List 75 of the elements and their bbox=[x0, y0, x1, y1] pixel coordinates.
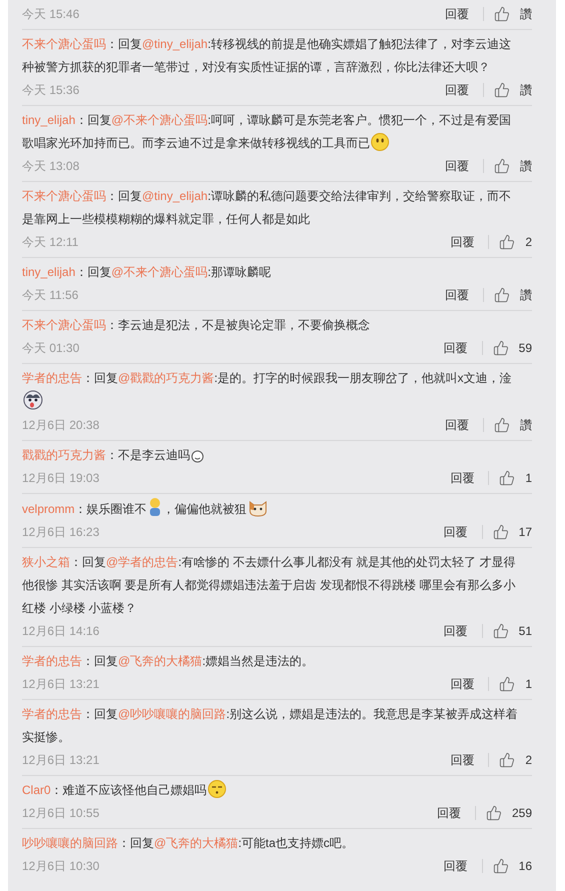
thumbs-up-icon[interactable] bbox=[492, 340, 509, 356]
reply-link[interactable]: 回覆 bbox=[437, 157, 477, 175]
comment-time: 12月6日 16:23 bbox=[22, 524, 100, 541]
face-icon bbox=[191, 450, 204, 463]
like-count: 17 bbox=[518, 524, 532, 541]
comment-text: tiny_elijah：回复@不来个溏心蛋吗:那谭咏麟呢 bbox=[22, 264, 272, 281]
thumbs-up-icon[interactable] bbox=[494, 6, 510, 22]
comment-time: 今天 12:11 bbox=[22, 234, 78, 251]
thumbs-up-icon[interactable] bbox=[499, 234, 516, 250]
comment-text: velpromm：娱乐圈谁不 ，偏偏他就被狙 bbox=[22, 497, 520, 521]
reply-link[interactable]: 回覆 bbox=[436, 622, 476, 640]
comment-text: 狭小之箱：回复@学者的忠告:有啥惨的 不去嫖什么事儿都没有 就是其他的处罚太轻了 才显得他很惨 其实活该啊 要是所有人都觉得嫖娼违法羞于启齿 发现都恨不得跳楼 哪里会有那么多小红楼 小绿楼 小蓝楼？ bbox=[22, 554, 517, 617]
reply-link[interactable]: 回覆 bbox=[437, 5, 477, 23]
comment-text: 吵吵嚷嚷的脑回路：回复@飞奔的大橘猫:可能ta也支持嫖c吧。 bbox=[22, 835, 355, 852]
comment-text: Clar0：难道不应该怪他自己嫖娼吗 bbox=[22, 779, 520, 802]
cat-face-icon bbox=[248, 499, 268, 517]
thumbs-up-icon[interactable] bbox=[486, 805, 502, 821]
thumbs-up-icon[interactable] bbox=[494, 158, 510, 174]
like-count: 59 bbox=[518, 340, 532, 357]
like-count: 1 bbox=[525, 676, 532, 693]
like-count: 16 bbox=[518, 858, 532, 875]
smiley-icon bbox=[371, 133, 389, 151]
thumbs-up-icon[interactable] bbox=[499, 676, 516, 692]
like-count: 讚 bbox=[520, 417, 532, 434]
comment-text: 不来个溏心蛋吗：回复@tiny_elijah:谭咏麟的私德问题要交给法律审判，交给警察取证，而不是靠网上一些模模糊糊的爆料就定罪，任何人都是如此 bbox=[22, 188, 512, 228]
face-icon bbox=[208, 780, 226, 798]
comment-time: 12月6日 13:21 bbox=[22, 676, 100, 693]
comment-time: 12月6日 10:55 bbox=[22, 805, 100, 822]
reply-link[interactable]: 回覆 bbox=[436, 523, 476, 541]
thumbs-up-icon[interactable] bbox=[492, 623, 509, 639]
like-count: 讚 bbox=[520, 287, 532, 304]
reply-link[interactable]: 回覆 bbox=[437, 286, 477, 304]
like-count: 讚 bbox=[520, 158, 532, 175]
reply-link[interactable]: 回覆 bbox=[436, 857, 476, 875]
comment-time: 12月6日 19:03 bbox=[22, 470, 100, 487]
thumbs-up-icon[interactable] bbox=[494, 82, 510, 98]
comment-time: 12月6日 14:16 bbox=[22, 623, 100, 640]
comment-text: 戳戳的巧克力酱：不是李云迪吗 bbox=[22, 444, 520, 467]
comment-time: 今天 15:46 bbox=[22, 6, 80, 23]
reply-link[interactable]: 回覆 bbox=[437, 416, 477, 434]
reply-link[interactable]: 回覆 bbox=[436, 339, 476, 357]
comment-text: 不来个溏心蛋吗：回复@tiny_elijah:转移视线的前提是他确实嫖娼了触犯法律了，对李云迪这种被警方抓获的犯罪者一笔带过，对没有实质性证据的谭，言辞激烈，你比法律还大呗？ bbox=[22, 36, 512, 76]
comment-text: 学者的忠告：回复@戳戳的巧克力酱:是的。打字的时候跟我一朋友聊岔了，他就叫x文迪，淦 bbox=[22, 367, 520, 414]
reply-link[interactable]: 回覆 bbox=[428, 804, 469, 822]
thumbs-up-icon[interactable] bbox=[499, 752, 516, 768]
comment-time: 今天 15:36 bbox=[22, 82, 80, 99]
thumbs-up-icon[interactable] bbox=[494, 417, 510, 433]
like-count: 2 bbox=[525, 752, 532, 769]
like-count: 2 bbox=[525, 234, 532, 251]
thumbs-up-icon[interactable] bbox=[494, 287, 510, 303]
figure-icon bbox=[148, 497, 162, 517]
comment-time: 今天 13:08 bbox=[22, 158, 80, 175]
comment-text: tiny_elijah：回复@不来个溏心蛋吗:呵呵，谭咏麟可是东莞老客户。惯犯一个，不过是有爱国歌唱家光环加持而已。而李云迪不过是拿来做转移视线的工具而已 bbox=[22, 112, 512, 153]
comment-time: 12月6日 10:30 bbox=[22, 858, 100, 875]
like-count: 259 bbox=[512, 805, 532, 822]
dog-face-icon bbox=[23, 390, 43, 410]
comment-text: 学者的忠告：回复@飞奔的大橘猫:嫖娼当然是违法的。 bbox=[22, 653, 315, 670]
reply-link[interactable]: 回覆 bbox=[442, 675, 482, 693]
reply-link[interactable]: 回覆 bbox=[442, 469, 482, 487]
thumbs-up-icon[interactable] bbox=[499, 470, 516, 486]
reply-link[interactable]: 回覆 bbox=[442, 233, 482, 251]
comment-time: 今天 11:56 bbox=[22, 287, 78, 304]
comment-text: 不来个溏心蛋吗：李云迪是犯法，不是被舆论定罪，不要偷换概念 bbox=[22, 317, 371, 334]
comment-time: 今天 01:30 bbox=[22, 340, 80, 357]
reply-link[interactable]: 回覆 bbox=[442, 751, 482, 769]
like-count: 1 bbox=[525, 470, 532, 487]
thumbs-up-icon[interactable] bbox=[492, 858, 509, 874]
comment-time: 12月6日 20:38 bbox=[22, 417, 100, 434]
thumbs-up-icon[interactable] bbox=[492, 524, 509, 540]
like-count: 讚 bbox=[520, 82, 532, 99]
like-count: 讚 bbox=[520, 6, 532, 23]
like-count: 51 bbox=[518, 623, 532, 640]
reply-link[interactable]: 回覆 bbox=[437, 81, 477, 99]
comment-text: 学者的忠告：回复@吵吵嚷嚷的脑回路:别这么说，嫖娼是违法的。我意思是李某被弄成这样着实挺惨。 bbox=[22, 706, 519, 746]
comment-time: 12月6日 13:21 bbox=[22, 752, 100, 769]
